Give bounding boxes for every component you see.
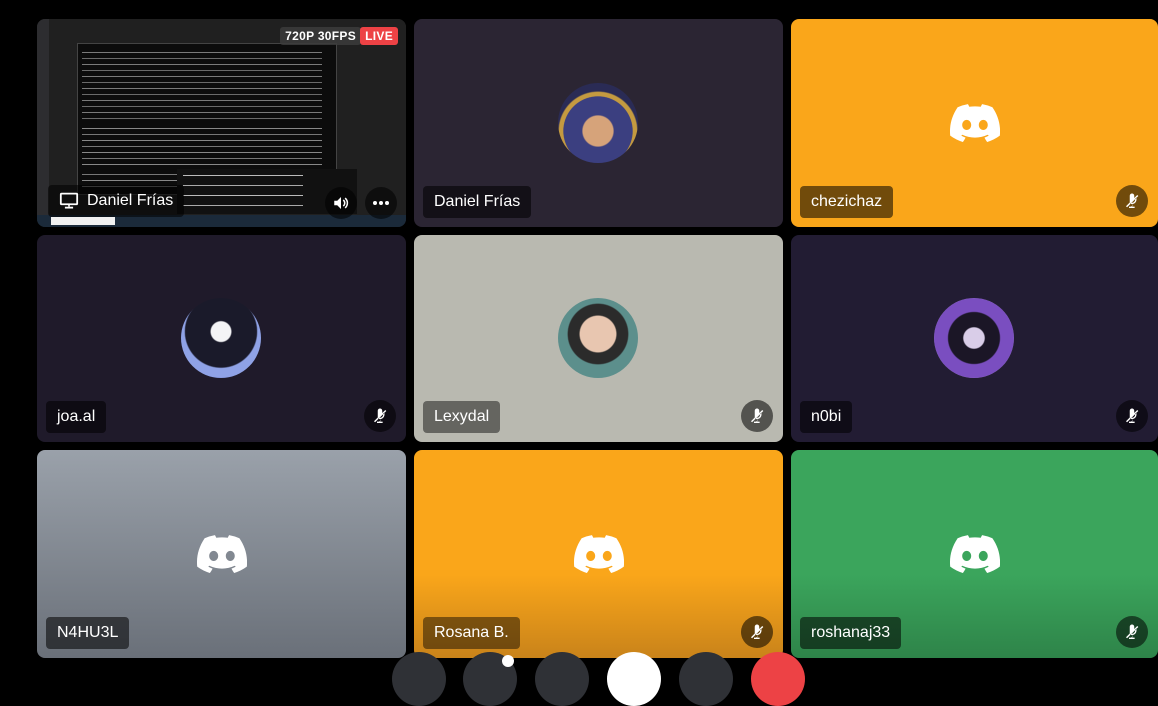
- muted-mic-icon: [371, 407, 389, 425]
- participant-name: Daniel Frías: [434, 193, 521, 210]
- discord-logo-icon: [950, 104, 1000, 142]
- avatar: [558, 83, 638, 163]
- participant-tile-daniel[interactable]: Daniel Frías: [414, 19, 783, 227]
- participant-name-tag: Lexydal: [423, 401, 501, 433]
- muted-mic-indicator: [364, 400, 396, 432]
- muted-mic-icon: [1123, 623, 1141, 641]
- muted-mic-indicator: [1116, 185, 1148, 217]
- live-badge: LIVE: [360, 27, 398, 45]
- participant-name: N4HU3L: [57, 624, 119, 641]
- muted-mic-icon: [1123, 407, 1141, 425]
- participant-tile-rosana[interactable]: Rosana B.: [414, 450, 783, 658]
- participant-tile-chezichaz[interactable]: chezichaz: [791, 19, 1158, 227]
- more-options-icon: [373, 201, 389, 205]
- participant-name-tag: roshanaj33: [800, 617, 902, 649]
- muted-mic-indicator: [741, 400, 773, 432]
- participant-name: joa.al: [57, 408, 96, 425]
- participant-name-tag: N4HU3L: [46, 617, 130, 649]
- participant-name: roshanaj33: [811, 624, 891, 641]
- streamer-name: Daniel Frías: [87, 192, 174, 209]
- participant-name-tag: Daniel Frías: [423, 186, 532, 218]
- taskbar-left: [37, 19, 49, 215]
- participant-name: chezichaz: [811, 193, 883, 210]
- participant-name-tag: Rosana B.: [423, 617, 520, 649]
- muted-mic-indicator: [741, 616, 773, 648]
- participant-name: Lexydal: [434, 408, 490, 425]
- participant-tile-n0bi[interactable]: n0bi: [791, 235, 1158, 442]
- discord-logo-icon: [574, 535, 624, 573]
- participant-name-tag: n0bi: [800, 401, 853, 433]
- muted-mic-indicator: [1116, 616, 1148, 648]
- disconnect-button[interactable]: [751, 652, 805, 706]
- more-options-button[interactable]: [365, 187, 397, 219]
- participant-tile-joa-al[interactable]: joa.al: [37, 235, 406, 442]
- muted-mic-icon: [748, 623, 766, 641]
- participant-name-tag: joa.al: [46, 401, 107, 433]
- activities-button[interactable]: [535, 652, 589, 706]
- avatar: [558, 298, 638, 378]
- participant-tile-lexydal[interactable]: Lexydal: [414, 235, 783, 442]
- streamer-name-tag: Daniel Frías: [48, 185, 185, 217]
- mic-toggle-button[interactable]: [607, 652, 661, 706]
- discord-logo-icon: [950, 535, 1000, 573]
- volume-icon: [334, 197, 349, 209]
- participant-tile-roshanaj33[interactable]: roshanaj33: [791, 450, 1158, 658]
- camera-toggle-button[interactable]: [392, 652, 446, 706]
- participant-name: n0bi: [811, 408, 842, 425]
- sound-settings-button[interactable]: [679, 652, 733, 706]
- participant-tile-n4hu3l[interactable]: N4HU3L: [37, 450, 406, 658]
- muted-mic-indicator: [1116, 400, 1148, 432]
- volume-button[interactable]: [325, 187, 357, 219]
- discord-logo-icon: [197, 535, 247, 573]
- avatar: [934, 298, 1014, 378]
- muted-mic-icon: [748, 407, 766, 425]
- participant-name-tag: chezichaz: [800, 186, 894, 218]
- muted-mic-icon: [1123, 192, 1141, 210]
- quality-badge: 720P 30FPS: [280, 27, 361, 45]
- participant-name: Rosana B.: [434, 624, 509, 641]
- screen-share-tile[interactable]: 720P 30FPS LIVE Daniel Frías: [37, 19, 406, 227]
- monitor-icon: [59, 192, 79, 209]
- avatar: [181, 298, 261, 378]
- activity-indicator: [502, 655, 514, 667]
